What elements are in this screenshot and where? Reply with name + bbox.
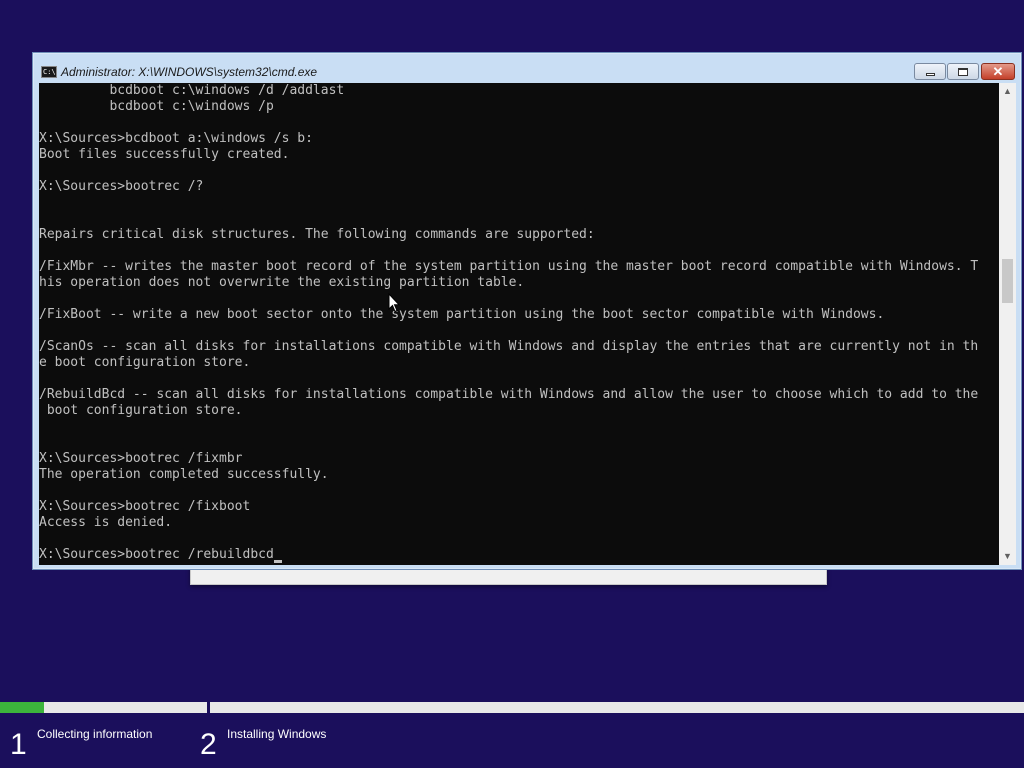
minimize-button[interactable]	[914, 63, 946, 80]
console-line: his operation does not overwrite the exi…	[39, 275, 525, 290]
console-line: X:\Sources>bootrec /fixboot	[39, 499, 251, 514]
maximize-icon	[958, 67, 968, 76]
cmd-window[interactable]: C:\ Administrator: X:\WINDOWS\system32\c…	[32, 52, 1022, 570]
console-line: /ScanOs -- scan all disks for installati…	[39, 339, 979, 354]
console-line: /FixMbr -- writes the master boot record…	[39, 259, 979, 274]
console-line: /RebuildBcd -- scan all disks for instal…	[39, 387, 979, 402]
window-title: Administrator: X:\WINDOWS\system32\cmd.e…	[61, 65, 318, 79]
console-lines: bcdboot c:\windows /d /addlast bcdboot c…	[39, 83, 978, 530]
console-line: Repairs critical disk structures. The fo…	[39, 227, 595, 242]
setup-progress-fill	[0, 702, 44, 713]
progress-step-divider	[207, 702, 210, 713]
console-line: The operation completed successfully.	[39, 467, 329, 482]
console-line: X:\Sources>bootrec /fixmbr	[39, 451, 243, 466]
mouse-cursor-icon	[388, 293, 400, 313]
minimize-icon	[925, 72, 935, 76]
close-icon: ✕	[992, 64, 1004, 79]
cmd-app-icon[interactable]: C:\	[41, 66, 57, 78]
maximize-button[interactable]	[947, 63, 979, 80]
step-2-label: Installing Windows	[227, 727, 327, 741]
command-prompt-line: X:\Sources>bootrec /rebuildbcd	[39, 547, 274, 562]
console-line: X:\Sources>bcdboot a:\windows /s b:	[39, 131, 313, 146]
scroll-up-icon[interactable]: ▲	[999, 83, 1016, 100]
scroll-thumb[interactable]	[1002, 259, 1013, 303]
console-output: bcdboot c:\windows /d /addlast bcdboot c…	[39, 83, 978, 563]
console-line: Access is denied.	[39, 515, 173, 530]
console-line: Boot files successfully created.	[39, 147, 290, 162]
console-line: boot configuration store.	[46, 403, 243, 418]
console-line: bcdboot c:\windows /d /addlast	[109, 83, 345, 98]
close-button[interactable]: ✕	[981, 63, 1015, 80]
console-line: e boot configuration store.	[39, 355, 251, 370]
vertical-scrollbar[interactable]: ▲ ▼	[999, 83, 1016, 565]
step-2-number: 2	[200, 728, 217, 761]
scroll-down-icon[interactable]: ▼	[999, 548, 1016, 565]
console-line: X:\Sources>bootrec /?	[39, 179, 204, 194]
text-caret	[273, 560, 282, 563]
step-1-label: Collecting information	[37, 727, 153, 741]
console-line: /FixBoot -- write a new boot sector onto…	[39, 307, 885, 322]
title-bar[interactable]: C:\ Administrator: X:\WINDOWS\system32\c…	[33, 53, 1021, 85]
console-line: bcdboot c:\windows /p	[109, 99, 274, 114]
console-area[interactable]: bcdboot c:\windows /d /addlast bcdboot c…	[39, 83, 999, 565]
step-1-number: 1	[10, 728, 27, 761]
setup-progress-bar	[0, 702, 1024, 713]
